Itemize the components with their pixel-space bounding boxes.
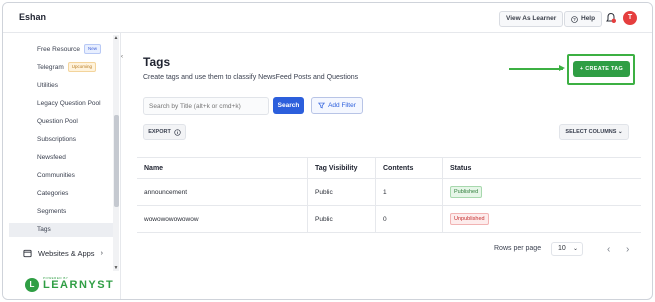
sidebar-item-label: Telegram (37, 64, 64, 71)
sidebar: Free Resource New Telegram Upcoming Utilit… (3, 33, 121, 299)
tag-contents-cell: 1 (376, 179, 443, 205)
page-title: Tags (143, 55, 171, 69)
brand-name: Eshan (19, 12, 47, 22)
tag-name-cell[interactable]: wowowowowowow (137, 206, 308, 232)
next-page-icon[interactable]: › (626, 244, 629, 255)
sidebar-item-subscriptions[interactable]: Subscriptions (37, 133, 76, 147)
status-badge: Published (450, 186, 483, 198)
add-filter-label: Add Filter (328, 102, 356, 109)
status-badge: Unpublished (450, 213, 489, 225)
logo-text: LEARNYST (43, 279, 115, 291)
column-header-name[interactable]: Name (137, 158, 308, 178)
column-header-contents[interactable]: Contents (376, 158, 443, 178)
new-badge: New (84, 44, 102, 55)
top-bar: Eshan View As Learner ? Help T (3, 3, 652, 33)
notification-bell-icon[interactable] (605, 12, 617, 24)
tag-visibility-cell: Public (308, 206, 376, 232)
svg-text:?: ? (573, 17, 576, 22)
logo-mark: L (25, 278, 39, 292)
create-tag-label: CREATE TAG (585, 66, 624, 72)
user-avatar[interactable]: T (623, 11, 637, 25)
tag-visibility-cell: Public (308, 179, 376, 205)
websites-apps-label: Websites & Apps (38, 249, 95, 258)
sidebar-item-legacy-question-pool[interactable]: Legacy Question Pool (37, 97, 101, 111)
window-icon (23, 249, 32, 258)
filter-icon (318, 102, 326, 109)
page-subtitle: Create tags and use them to classify New… (143, 74, 359, 81)
chevron-down-icon: ⌄ (572, 246, 578, 252)
scroll-down-icon[interactable]: ▼ (113, 265, 119, 271)
rows-per-page-select[interactable]: 10 ⌄ (551, 242, 583, 256)
tag-status-cell: Published (443, 179, 641, 205)
column-header-tag-visibility[interactable]: Tag Visibility (308, 158, 376, 178)
tags-table: Name Tag Visibility Contents Status anno… (137, 157, 641, 233)
search-button[interactable]: Search (273, 97, 304, 114)
app-window: Eshan View As Learner ? Help T Free Reso… (2, 2, 653, 300)
table-header-row: Name Tag Visibility Contents Status (137, 158, 641, 179)
annotation-arrow (509, 68, 563, 70)
sidebar-item-question-pool[interactable]: Question Pool (37, 115, 78, 129)
view-as-learner-button[interactable]: View As Learner (499, 11, 564, 27)
column-header-status[interactable]: Status (443, 158, 641, 178)
rows-per-page-label: Rows per page (494, 245, 542, 252)
collapse-sidebar-icon[interactable]: ‹ (118, 53, 126, 61)
chevron-down-icon: ⌄ (617, 129, 623, 135)
tag-name-cell[interactable]: announcement (137, 179, 308, 205)
sidebar-item-free-resource[interactable]: Free Resource New (37, 43, 102, 57)
sidebar-item-tags[interactable]: Tags (9, 223, 113, 237)
select-columns-label: SELECT COLUMNS (565, 129, 617, 135)
tag-contents-cell: 0 (376, 206, 443, 232)
help-button[interactable]: ? Help (564, 11, 603, 27)
export-button[interactable]: EXPORT (143, 124, 186, 140)
annotation-arrow-head (559, 65, 565, 71)
sidebar-item-label: Free Resource (37, 46, 80, 53)
sidebar-item-newsfeed[interactable]: Newsfeed (37, 151, 66, 165)
sidebar-item-telegram[interactable]: Telegram Upcoming (37, 61, 96, 75)
upcoming-badge: Upcoming (67, 62, 96, 73)
sidebar-item-communities[interactable]: Communities (37, 169, 75, 183)
rows-per-page-value: 10 (558, 245, 566, 252)
search-input[interactable] (143, 97, 269, 115)
export-label: EXPORT (148, 129, 171, 135)
help-label: Help (581, 15, 596, 22)
tag-status-cell: Unpublished (443, 206, 641, 232)
sidebar-item-segments[interactable]: Segments (37, 205, 66, 219)
create-tag-button[interactable]: + CREATE TAG (573, 61, 630, 77)
learnyst-logo: L LEARNYST (25, 278, 114, 292)
sidebar-scrollbar-thumb[interactable] (114, 115, 119, 207)
chevron-right-icon: › (100, 250, 103, 257)
sidebar-item-websites-apps[interactable]: Websites & Apps › (23, 249, 103, 258)
select-columns-button[interactable]: SELECT COLUMNS ⌄ (559, 124, 629, 140)
table-row[interactable]: announcement Public 1 Published (137, 179, 641, 206)
help-icon: ? (571, 15, 578, 23)
info-icon (174, 128, 181, 136)
scroll-up-icon[interactable]: ▲ (113, 35, 119, 41)
previous-page-icon[interactable]: ‹ (607, 244, 610, 255)
add-filter-button[interactable]: Add Filter (311, 97, 363, 114)
sidebar-item-utilities[interactable]: Utilities (37, 79, 58, 93)
table-row[interactable]: wowowowowowow Public 0 Unpublished (137, 206, 641, 233)
sidebar-item-categories[interactable]: Categories (37, 187, 68, 201)
